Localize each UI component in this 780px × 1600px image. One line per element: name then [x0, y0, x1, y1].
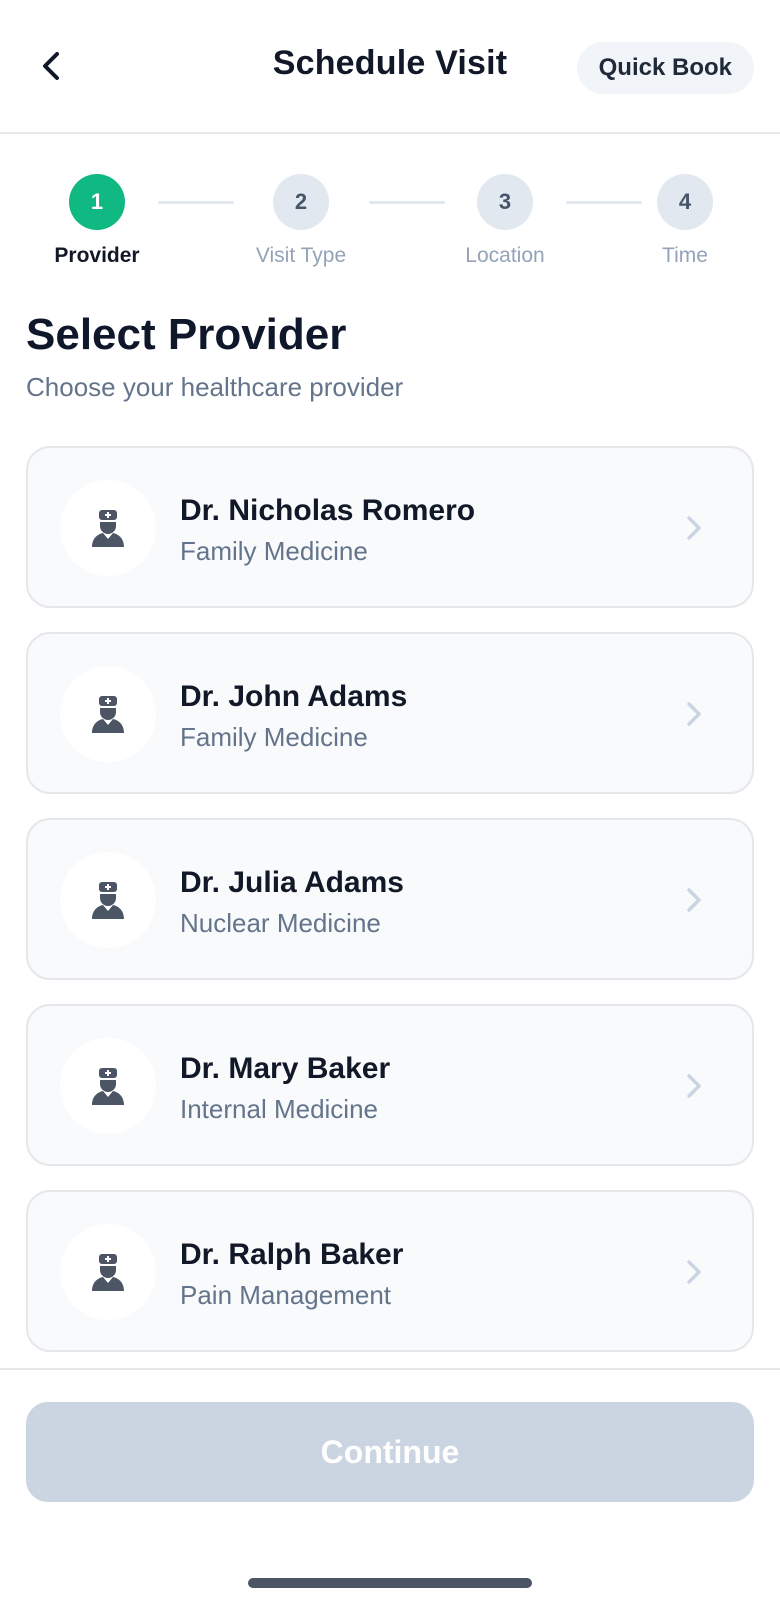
provider-avatar: [60, 666, 156, 762]
provider-name: Dr. Julia Adams: [180, 866, 404, 899]
chevron-left-icon: [43, 52, 59, 80]
chevron-right-icon: [687, 516, 701, 540]
provider-list: Dr. Nicholas Romero Family Medicine Dr. …: [26, 446, 754, 1376]
continue-button[interactable]: Continue: [26, 1402, 754, 1502]
chevron-right-icon: [687, 1074, 701, 1098]
provider-name: Dr. John Adams: [180, 680, 408, 713]
provider-card[interactable]: Dr. Julia Adams Nuclear Medicine: [26, 818, 754, 980]
step-provider: 1 Provider: [27, 174, 167, 268]
progress-stepper: 1 Provider 2 Visit Type 3 Location 4 Tim…: [0, 174, 780, 274]
step-number: 4: [657, 174, 713, 230]
step-connector: [369, 201, 445, 204]
step-label: Provider: [54, 244, 140, 267]
chevron-right-icon: [687, 1260, 701, 1284]
provider-avatar: [60, 1038, 156, 1134]
app-header: Schedule Visit Quick Book: [0, 0, 780, 134]
back-button[interactable]: [30, 44, 74, 88]
provider-name: Dr. Nicholas Romero: [180, 494, 476, 527]
step-label: Time: [662, 244, 708, 267]
chevron-right-icon: [687, 702, 701, 726]
step-number: 3: [477, 174, 533, 230]
provider-specialty: Family Medicine: [180, 536, 368, 566]
doctor-icon: [92, 1068, 124, 1105]
step-label: Visit Type: [255, 244, 347, 267]
step-label: Location: [465, 244, 545, 267]
provider-avatar: [60, 852, 156, 948]
step-connector: [158, 201, 234, 204]
quick-book-button[interactable]: Quick Book: [576, 42, 754, 94]
provider-name: Dr. Mary Baker: [180, 1052, 391, 1085]
doctor-icon: [92, 510, 124, 547]
provider-specialty: Pain Management: [180, 1280, 392, 1310]
provider-specialty: Family Medicine: [180, 722, 368, 752]
chevron-right-icon: [687, 888, 701, 912]
doctor-icon: [92, 1254, 124, 1291]
provider-card[interactable]: Dr. John Adams Family Medicine: [26, 632, 754, 794]
footer-divider: [0, 1368, 780, 1370]
provider-avatar: [60, 480, 156, 576]
step-time: 4 Time: [615, 174, 755, 268]
provider-card[interactable]: Dr. Ralph Baker Pain Management: [26, 1190, 754, 1352]
section-subtitle: Choose your healthcare provider: [26, 372, 404, 402]
step-number: 2: [273, 174, 329, 230]
provider-specialty: Internal Medicine: [180, 1094, 378, 1124]
provider-card[interactable]: Dr. Nicholas Romero Family Medicine: [26, 446, 754, 608]
home-indicator: [248, 1578, 532, 1588]
step-number: 1: [69, 174, 125, 230]
section-title: Select Provider: [26, 310, 347, 359]
step-visit-type: 2 Visit Type: [231, 174, 371, 268]
doctor-icon: [92, 882, 124, 919]
provider-name: Dr. Ralph Baker: [180, 1238, 404, 1271]
doctor-icon: [92, 696, 124, 733]
provider-card[interactable]: Dr. Mary Baker Internal Medicine: [26, 1004, 754, 1166]
step-location: 3 Location: [435, 174, 575, 268]
provider-avatar: [60, 1224, 156, 1320]
provider-specialty: Nuclear Medicine: [180, 908, 381, 938]
